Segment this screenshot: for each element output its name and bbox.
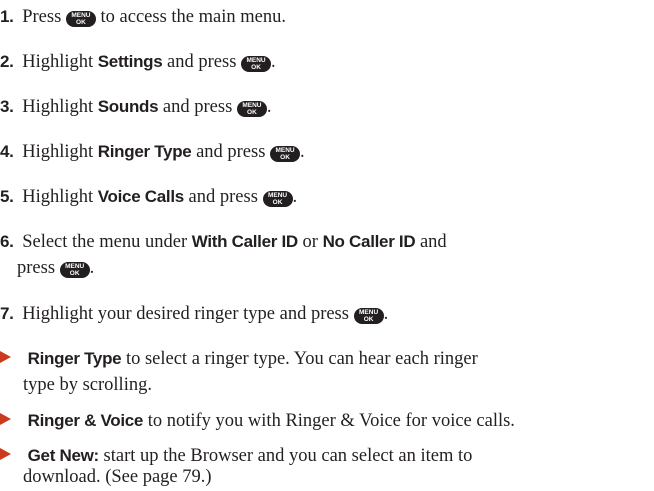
menu-item-voice-calls: Voice Calls — [97, 187, 184, 206]
step-text: or — [302, 232, 318, 252]
bullet-ringer-type-continued: type by scrolling. — [23, 372, 654, 399]
step-text: and press — [162, 97, 233, 117]
triangle-bullet-icon — [0, 413, 11, 425]
option-with-caller-id: With Caller ID — [191, 232, 298, 251]
option-no-caller-id: No Caller ID — [322, 232, 416, 251]
menu-item-settings: Settings — [97, 52, 163, 71]
step-number: 6. — [0, 232, 14, 251]
step-text: press — [17, 258, 56, 278]
step-text: Press — [22, 7, 62, 27]
step-number: 1. — [0, 7, 14, 26]
bullet-text: type by scrolling. — [23, 375, 152, 395]
bullet-term: Ringer Type — [27, 349, 122, 368]
step-1: 1. Press MENU OK to access the main menu. — [0, 3, 640, 31]
step-text: Highlight — [22, 52, 94, 72]
step-number: 7. — [0, 304, 14, 323]
step-text: and press — [167, 52, 237, 72]
triangle-bullet-icon — [0, 448, 11, 460]
menu-ok-key-icon: MENU OK — [262, 191, 293, 207]
bullet-text: to select a ringer type. You can hear ea… — [125, 349, 478, 369]
menu-ok-key-icon: MENU OK — [236, 101, 267, 117]
menu-ok-key-icon: MENU OK — [270, 146, 301, 162]
step-number: 4. — [0, 142, 14, 161]
menu-item-ringer-type: Ringer Type — [97, 142, 192, 161]
bullet-text: to notify you with Ringer & Voice for vo… — [147, 411, 515, 431]
bullet-term: Get New: — [27, 446, 100, 465]
bullet-text: start up the Browser and you can select … — [103, 446, 473, 466]
step-number: 5. — [0, 187, 14, 206]
bullet-ringer-voice: Ringer & Voice to notify you with Ringer… — [0, 407, 640, 435]
bullet-get-new-continued: download. (See page 79.) — [23, 464, 654, 491]
step-2: 2. Highlight Settings and press MENU OK. — [0, 52, 276, 72]
step-text: Highlight your desired ringer type and p… — [22, 304, 349, 324]
step-text: to access the main menu. — [100, 7, 286, 27]
step-text: Highlight — [22, 97, 94, 117]
instruction-page: 1. Press MENU OK to access the main menu.… — [0, 0, 654, 487]
step-4: 4. Highlight Ringer Type and press MENU O… — [0, 142, 305, 162]
bullet-term: Ringer & Voice — [27, 411, 144, 430]
step-3: 3. Highlight Sounds and press MENU OK. — [0, 97, 272, 117]
menu-ok-key-icon: MENU OK — [353, 308, 384, 324]
step-number: 3. — [0, 97, 14, 116]
step-7: 7. Highlight your desired ringer type an… — [0, 304, 389, 324]
step-6: 6. Select the menu under With Caller ID … — [0, 228, 640, 256]
step-text: and press — [196, 142, 266, 162]
bullet-text: download. (See page 79.) — [23, 467, 212, 487]
step-text: and press — [188, 187, 258, 207]
menu-ok-key-icon: MENU OK — [59, 262, 90, 278]
step-text: Highlight — [22, 187, 94, 207]
step-5: 5. Highlight Voice Calls and press MENU O… — [0, 187, 298, 207]
step-number: 2. — [0, 52, 14, 71]
bullet-ringer-type: Ringer Type to select a ringer type. You… — [0, 345, 640, 373]
step-6-continued: press MENU OK. — [17, 258, 95, 278]
step-text: Select the menu under — [22, 232, 188, 252]
step-text: Highlight — [22, 142, 94, 162]
triangle-bullet-icon — [0, 351, 11, 363]
step-text: and — [419, 232, 447, 252]
menu-ok-key-icon: MENU OK — [241, 56, 272, 72]
menu-ok-key-icon: MENU OK — [65, 11, 96, 27]
menu-item-sounds: Sounds — [97, 97, 159, 116]
